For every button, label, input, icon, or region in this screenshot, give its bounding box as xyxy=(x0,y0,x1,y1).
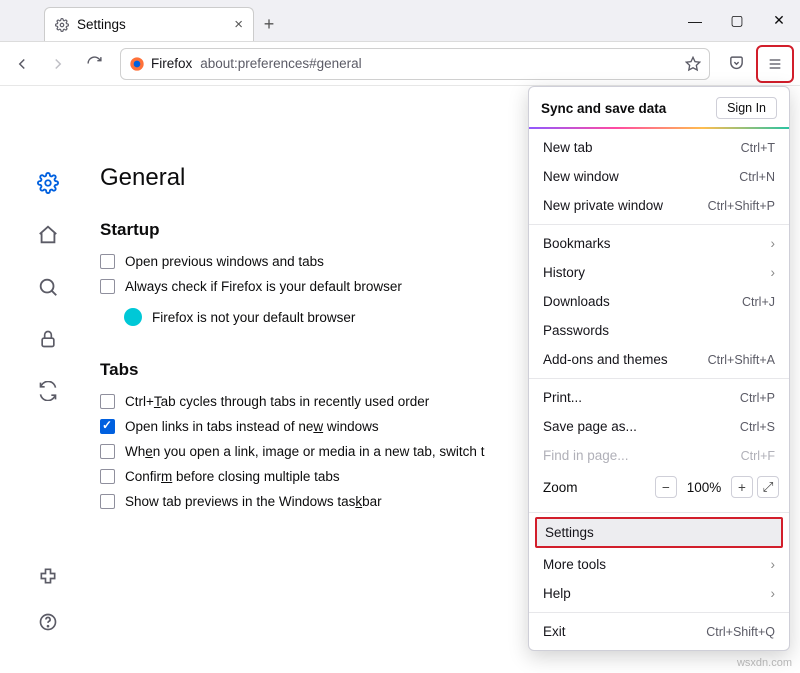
menu-save-as[interactable]: Save page as...Ctrl+S xyxy=(529,412,789,441)
label: Open links in tabs instead of new window… xyxy=(125,419,379,434)
checkbox-checked[interactable] xyxy=(100,419,115,434)
minimize-button[interactable] xyxy=(674,13,716,29)
watermark: wsxdn.com xyxy=(737,657,792,669)
zoom-label: Zoom xyxy=(543,480,651,495)
chevron-right-icon: › xyxy=(771,236,776,251)
menu-addons[interactable]: Add-ons and themesCtrl+Shift+A xyxy=(529,345,789,374)
sync-row: Sync and save data Sign In xyxy=(529,87,789,127)
menu-zoom: Zoom − 100% + ⤢ xyxy=(529,470,789,508)
toolbar: Firefox about:preferences#general xyxy=(0,42,800,86)
menu-bookmarks[interactable]: Bookmarks› xyxy=(529,229,789,258)
menu-separator xyxy=(529,612,789,613)
chevron-right-icon: › xyxy=(771,586,776,601)
chevron-right-icon: › xyxy=(771,557,776,572)
menu-settings[interactable]: Settings xyxy=(535,517,783,548)
new-tab-button[interactable]: + xyxy=(254,14,284,41)
zoom-out-button[interactable]: − xyxy=(655,476,677,498)
menu-new-private-window[interactable]: New private windowCtrl+Shift+P xyxy=(529,191,789,220)
label: Always check if Firefox is your default … xyxy=(125,279,402,294)
gear-icon[interactable] xyxy=(37,172,59,194)
menu-print[interactable]: Print...Ctrl+P xyxy=(529,383,789,412)
checkbox[interactable] xyxy=(100,469,115,484)
menu-downloads[interactable]: DownloadsCtrl+J xyxy=(529,287,789,316)
menu-separator xyxy=(529,378,789,379)
menu-help[interactable]: Help› xyxy=(529,579,789,608)
label: Confirm before closing multiple tabs xyxy=(125,469,340,484)
menu-separator xyxy=(529,224,789,225)
zoom-in-button[interactable]: + xyxy=(731,476,753,498)
close-tab-icon[interactable]: × xyxy=(234,16,243,33)
label: When you open a link, image or media in … xyxy=(125,444,484,459)
sad-face-icon xyxy=(124,308,142,326)
menu-history[interactable]: History› xyxy=(529,258,789,287)
sync-label: Sync and save data xyxy=(541,101,666,116)
close-window-button[interactable] xyxy=(758,12,800,29)
menu-separator xyxy=(529,512,789,513)
window-controls xyxy=(674,0,800,41)
label: Ctrl+Tab cycles through tabs in recently… xyxy=(125,394,429,409)
maximize-button[interactable] xyxy=(716,12,758,29)
fullscreen-button[interactable]: ⤢ xyxy=(757,476,779,498)
tab-title: Settings xyxy=(77,17,226,32)
label: Open previous windows and tabs xyxy=(125,254,324,269)
menu-passwords[interactable]: Passwords xyxy=(529,316,789,345)
star-icon[interactable] xyxy=(685,56,701,72)
zoom-value: 100% xyxy=(681,480,727,495)
tab-strip: Settings × + xyxy=(0,7,674,41)
home-icon[interactable] xyxy=(37,224,59,246)
chevron-right-icon: › xyxy=(771,265,776,280)
menu-find-in-page[interactable]: Find in page...Ctrl+F xyxy=(529,441,789,470)
sign-in-button[interactable]: Sign In xyxy=(716,97,777,119)
gear-icon xyxy=(55,18,69,32)
firefox-icon xyxy=(129,56,145,72)
sync-icon[interactable] xyxy=(37,380,59,402)
checkbox[interactable] xyxy=(100,444,115,459)
label: Show tab previews in the Windows taskbar xyxy=(125,494,382,509)
identity-box[interactable]: Firefox xyxy=(129,56,192,72)
category-sidebar xyxy=(0,86,96,673)
lock-icon[interactable] xyxy=(37,328,59,350)
help-icon[interactable] xyxy=(37,611,59,633)
extension-icon[interactable] xyxy=(37,565,59,587)
app-menu-button-highlight xyxy=(756,45,794,83)
address-text: about:preferences#general xyxy=(200,56,361,71)
browser-tab[interactable]: Settings × xyxy=(44,7,254,41)
checkbox[interactable] xyxy=(100,254,115,269)
brand-label: Firefox xyxy=(151,56,192,71)
search-icon[interactable] xyxy=(37,276,59,298)
menu-new-tab[interactable]: New tabCtrl+T xyxy=(529,133,789,162)
checkbox[interactable] xyxy=(100,394,115,409)
app-menu-button[interactable] xyxy=(759,48,791,80)
checkbox[interactable] xyxy=(100,279,115,294)
menu-more-tools[interactable]: More tools› xyxy=(529,550,789,579)
checkbox[interactable] xyxy=(100,494,115,509)
back-button[interactable] xyxy=(6,48,38,80)
app-menu: Sync and save data Sign In New tabCtrl+T… xyxy=(528,86,790,651)
rainbow-divider xyxy=(529,127,789,129)
titlebar: Settings × + xyxy=(0,0,800,42)
forward-button[interactable] xyxy=(42,48,74,80)
reload-button[interactable] xyxy=(78,48,110,80)
pocket-icon[interactable] xyxy=(720,48,752,80)
url-bar[interactable]: Firefox about:preferences#general xyxy=(120,48,710,80)
warning-text: Firefox is not your default browser xyxy=(152,310,355,325)
menu-exit[interactable]: ExitCtrl+Shift+Q xyxy=(529,617,789,646)
menu-new-window[interactable]: New windowCtrl+N xyxy=(529,162,789,191)
